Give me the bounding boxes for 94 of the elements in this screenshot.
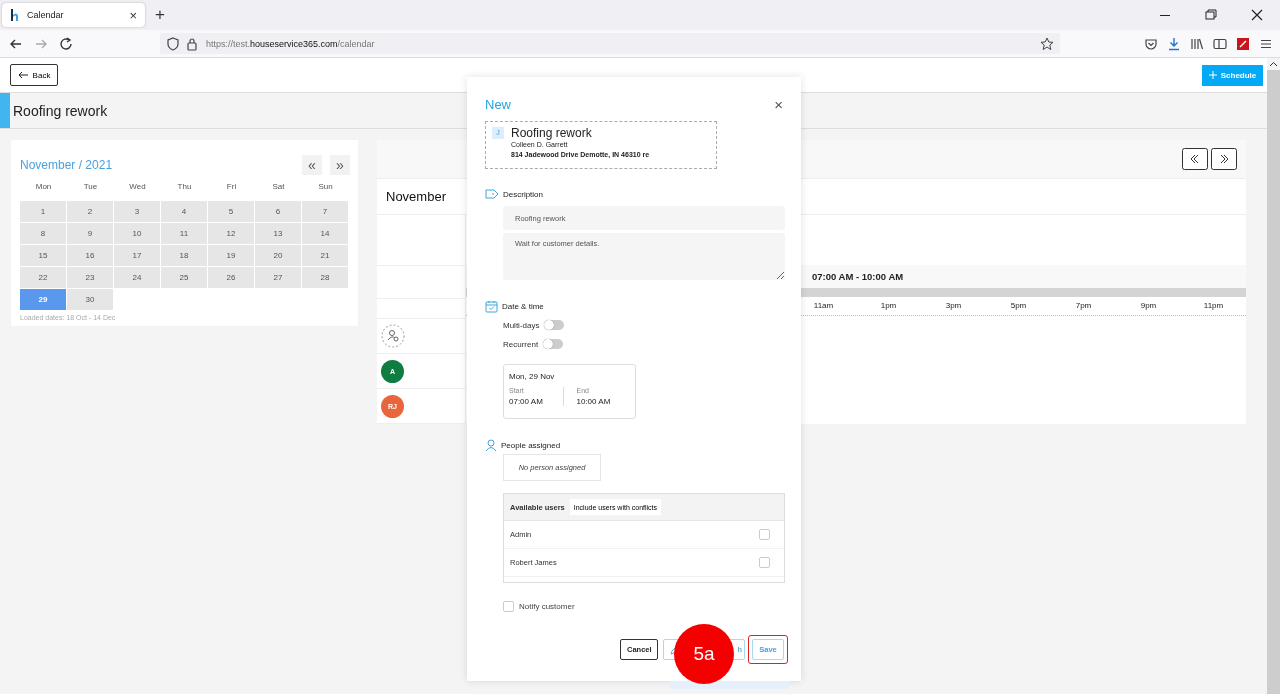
weekday-label: Sat (271, 181, 286, 193)
time-range-label: 07:00 AM - 10:00 AM (812, 271, 904, 282)
calendar-day[interactable]: 18 (161, 245, 208, 266)
pocket-icon[interactable] (1144, 36, 1158, 51)
calendar-day[interactable]: 13 (255, 223, 302, 244)
weekday-label: Wed (128, 181, 147, 193)
calendar-day[interactable]: 28 (302, 267, 349, 288)
calendar-day[interactable]: 11 (161, 223, 208, 244)
hour-label: 1pm (879, 300, 898, 312)
month-heading: November / 2021 (20, 157, 113, 172)
start-time: 07:00 AM (509, 397, 544, 406)
calendar-day[interactable]: 9 (67, 223, 114, 244)
job-title: Roofing rework (511, 126, 593, 140)
calendar-day[interactable]: 1 (20, 201, 67, 222)
scroll-up-icon[interactable] (1267, 58, 1280, 70)
toggle-switch[interactable] (543, 339, 564, 349)
calendar-day[interactable]: 17 (114, 245, 161, 266)
calendar-day[interactable]: 5 (208, 201, 255, 222)
people-assigned-label: People assigned (501, 440, 561, 450)
calendar-day[interactable]: 10 (114, 223, 161, 244)
extension-icon[interactable] (1236, 36, 1250, 51)
sidebar-icon[interactable] (1213, 36, 1227, 51)
title-accent-bar (0, 93, 10, 128)
calendar-day[interactable]: 30 (67, 289, 114, 310)
calendar-day[interactable]: 8 (20, 223, 67, 244)
arrow-left-icon (17, 71, 29, 79)
toggle-label: Multi-days (503, 320, 540, 330)
tag-icon (485, 189, 499, 199)
shield-icon (166, 36, 180, 51)
calendar-day[interactable]: 20 (255, 245, 302, 266)
back-button[interactable]: Back (10, 64, 58, 86)
calendar-day[interactable]: 24 (114, 267, 161, 288)
address-bar[interactable]: https://test.houseservice365.com/calendar (160, 33, 1060, 54)
hour-label: 11am (812, 300, 835, 312)
tab-title: Calendar (27, 10, 65, 20)
close-tab-icon[interactable]: × (129, 7, 137, 23)
browser-tab[interactable]: Calendar × (2, 3, 145, 27)
calendar-day[interactable]: 23 (67, 267, 114, 288)
calendar-day[interactable]: 22 (20, 267, 67, 288)
calendar-day[interactable]: 4 (161, 201, 208, 222)
weekday-label: Tue (82, 181, 99, 193)
user-checkbox[interactable] (759, 529, 770, 540)
scrollbar[interactable] (1267, 58, 1280, 694)
toggle-switch[interactable] (544, 320, 565, 330)
notify-customer-label: Notify customer (519, 602, 575, 611)
weekday-label: Thu (176, 181, 193, 193)
calendar-day[interactable]: 14 (302, 223, 349, 244)
plus-icon (1208, 71, 1217, 79)
person-icon (485, 439, 497, 451)
library-icon[interactable] (1190, 36, 1204, 51)
next-icon[interactable] (1211, 147, 1237, 170)
previous-month-button[interactable]: « (302, 154, 322, 175)
date-text: Mon, 29 Nov (509, 372, 556, 381)
hour-label: 9pm (1139, 300, 1158, 312)
user-checkbox[interactable] (759, 557, 770, 568)
site-logo-icon (10, 9, 20, 21)
calendar-day[interactable]: 15 (20, 245, 67, 266)
calendar-day[interactable]: 21 (302, 245, 349, 266)
description-label: Description (503, 189, 543, 199)
calendar-icon (485, 300, 498, 313)
calendar-day[interactable]: 16 (67, 245, 114, 266)
notify-checkbox[interactable] (503, 601, 514, 612)
month-label: November (386, 188, 446, 204)
calendar-day[interactable]: 25 (161, 267, 208, 288)
calendar-day[interactable]: 7 (302, 201, 349, 222)
star-icon[interactable] (1040, 36, 1054, 51)
page-title: Roofing rework (13, 102, 108, 119)
reload-icon[interactable] (58, 35, 74, 52)
hour-label: 7pm (1074, 300, 1093, 312)
weekday-label: Mon (34, 181, 53, 193)
calendar-day[interactable]: 26 (208, 267, 255, 288)
url-text: https://test.houseservice365.com/calendar (206, 38, 375, 49)
close-button[interactable]: × (770, 95, 787, 113)
weekday-label: Fri (225, 181, 238, 193)
calendar-day[interactable]: 27 (255, 267, 302, 288)
download-icon[interactable] (1167, 36, 1181, 51)
unassigned-person-icon (381, 324, 405, 348)
calendar-day[interactable]: 2 (67, 201, 114, 222)
weekday-label: Sun (317, 181, 334, 193)
next-month-button[interactable]: » (330, 154, 350, 175)
new-tab-button[interactable]: + (155, 5, 165, 25)
end-time: 10:00 AM (576, 397, 612, 406)
hour-label: 3pm (944, 300, 963, 312)
previous-icon[interactable] (1182, 147, 1208, 170)
calendar-day[interactable]: 12 (208, 223, 255, 244)
dialog-title: New (485, 96, 511, 112)
hour-label: 5pm (1009, 300, 1028, 312)
calendar-day[interactable]: 19 (208, 245, 255, 266)
lock-icon (186, 36, 198, 51)
date-time-label: Date & time (502, 302, 544, 311)
calendar-day[interactable]: 3 (114, 201, 161, 222)
hour-label: 11pm (1202, 300, 1225, 312)
calendar-day[interactable]: 6 (255, 201, 302, 222)
toggle-label: Recurrent (503, 339, 539, 349)
